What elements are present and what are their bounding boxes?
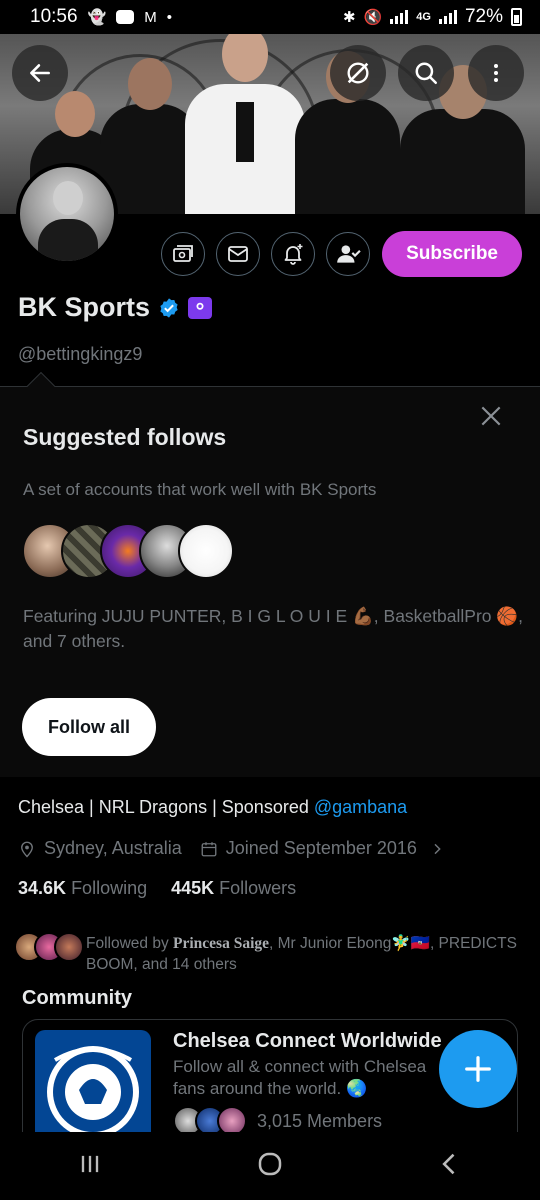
followers-count: 445K — [171, 878, 215, 898]
location-text: Sydney, Australia — [44, 838, 182, 858]
avatar — [54, 932, 84, 962]
home-circle-icon — [258, 1152, 282, 1175]
app-notification-icon — [116, 10, 135, 24]
grok-icon — [347, 62, 369, 84]
followers-link[interactable]: 445K Followers — [171, 878, 296, 899]
more-vertical-icon — [494, 64, 498, 82]
community-section-title: Community — [22, 987, 132, 1009]
following-button[interactable] — [326, 232, 371, 276]
affiliate-badge[interactable] — [188, 296, 213, 319]
suggested-featuring: Featuring JUJU PUNTER, B I G L O U I E 💪… — [23, 606, 524, 651]
close-icon — [481, 406, 501, 426]
profile-name-row: BK Sports — [18, 292, 213, 323]
grok-button[interactable] — [330, 45, 386, 101]
subscribe-button[interactable]: Subscribe — [382, 231, 522, 277]
battery-percent: 72% — [464, 6, 503, 27]
system-back-button[interactable] — [436, 1150, 464, 1183]
tip-button[interactable] — [161, 232, 206, 276]
envelope-icon — [228, 246, 249, 262]
home-button[interactable] — [255, 1149, 285, 1184]
chelsea-crest-icon — [35, 1030, 151, 1146]
chevron-right-icon — [434, 843, 441, 854]
following-count: 34.6K — [18, 878, 67, 898]
bio-mention-link[interactable]: @gambana — [314, 797, 407, 817]
following-label: Following — [71, 878, 148, 898]
user-check-icon — [337, 245, 361, 263]
verified-badge-icon[interactable] — [158, 297, 180, 319]
profile-actions: Subscribe — [161, 231, 522, 277]
gmail-icon: M — [144, 8, 157, 26]
system-navigation-bar — [0, 1132, 540, 1200]
avatar[interactable] — [178, 523, 234, 579]
follow-all-button[interactable]: Follow all — [22, 698, 156, 756]
recent-apps-icon — [81, 1155, 98, 1172]
arrow-left-icon — [30, 64, 50, 82]
back-button[interactable] — [12, 45, 68, 101]
more-button[interactable] — [468, 45, 524, 101]
profile-handle: @bettingkingz9 — [18, 344, 143, 364]
suggested-subtitle: A set of accounts that work well with BK… — [23, 480, 377, 499]
followers-label: Followers — [219, 878, 297, 898]
community-member-count: 3,015 Members — [257, 1110, 383, 1131]
recent-apps-button[interactable] — [76, 1150, 104, 1183]
followed-by-name: Princesa Saige — [173, 935, 270, 952]
location-pin-icon — [21, 841, 33, 857]
follow-stats: 34.6K Following 445K Followers — [18, 878, 296, 899]
gambana-logo-icon — [196, 302, 204, 310]
signal-icon — [390, 10, 409, 24]
bell-plus-icon — [284, 244, 303, 265]
status-bar: 10:56 👻 M • ✱ 🔇 4G 72% — [0, 0, 540, 34]
profile-name: BK Sports — [18, 292, 151, 322]
joined-text: Joined September 2016 — [225, 838, 417, 858]
calendar-icon — [201, 841, 217, 856]
signal-icon-2 — [438, 10, 457, 24]
plus-icon — [465, 1056, 491, 1082]
notifications-button[interactable] — [271, 232, 316, 276]
network-type: 4G — [416, 11, 431, 23]
community-description: Follow all & connect with Chelsea fans a… — [173, 1057, 427, 1098]
followed-by-prefix: Followed by — [86, 935, 174, 952]
joined-date[interactable]: Joined September 2016 — [200, 838, 445, 859]
profile-avatar[interactable] — [16, 163, 118, 265]
chevron-left-icon — [442, 1153, 455, 1174]
following-link[interactable]: 34.6K Following — [18, 878, 147, 899]
dismiss-suggestions-button[interactable] — [478, 403, 504, 434]
bio-text: Chelsea | NRL Dragons | Sponsored — [18, 797, 314, 817]
money-icon — [173, 245, 194, 262]
snapchat-icon: 👻 — [87, 9, 107, 26]
search-icon — [415, 62, 437, 84]
mute-icon: 🔇 — [363, 9, 383, 26]
compose-post-button[interactable] — [439, 1030, 517, 1108]
followed-by-avatars[interactable] — [14, 932, 84, 962]
search-button[interactable] — [398, 45, 454, 101]
profile-bio: Chelsea | NRL Dragons | Sponsored @gamba… — [18, 797, 407, 818]
profile-meta: Sydney, Australia Joined September 2016 — [18, 838, 463, 859]
bluetooth-icon: ✱ — [343, 9, 356, 26]
message-button[interactable] — [216, 232, 261, 276]
status-time: 10:56 — [30, 6, 78, 27]
battery-icon — [511, 8, 522, 26]
followed-by-text[interactable]: Followed by Princesa Saige, Mr Junior Eb… — [86, 933, 526, 975]
community-name: Chelsea Connect Worldwide — [173, 1030, 442, 1052]
suggested-title: Suggested follows — [23, 424, 227, 450]
suggested-avatars[interactable] — [22, 523, 234, 579]
dot-icon: • — [166, 8, 172, 26]
